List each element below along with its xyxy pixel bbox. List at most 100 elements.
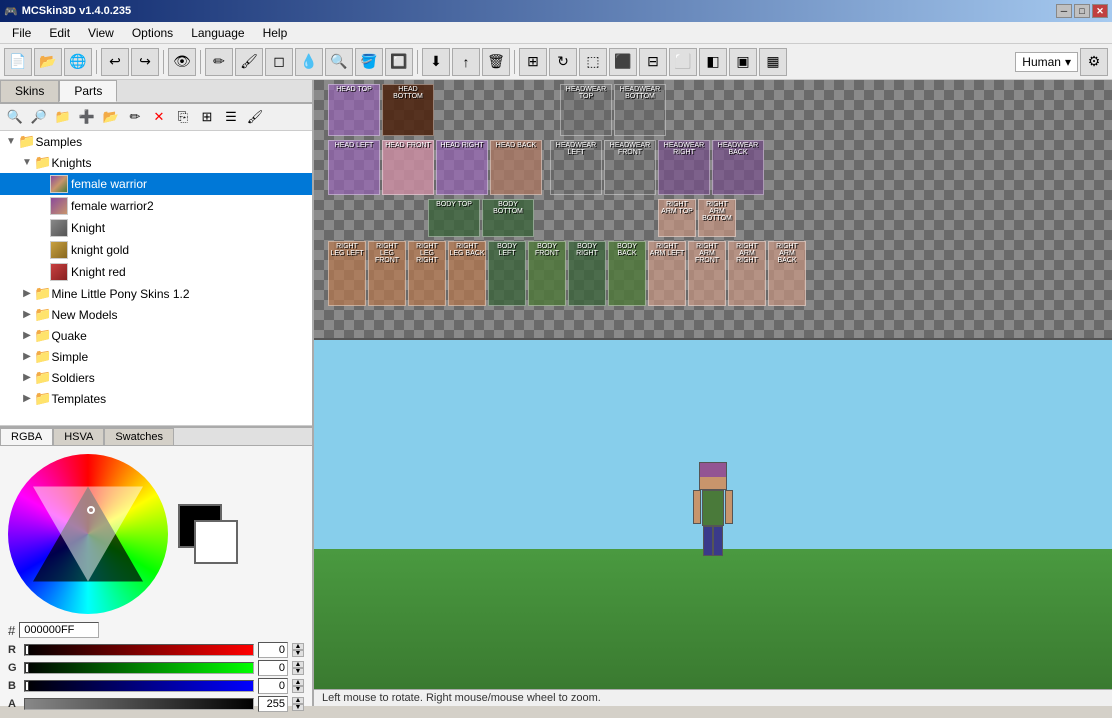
slider-track-b[interactable] [24, 680, 254, 692]
stamp-button[interactable]: 🔲 [385, 48, 413, 76]
new-button[interactable]: 📄 [4, 48, 32, 76]
pencil-button[interactable]: ✏ [205, 48, 233, 76]
toggle-new-models[interactable]: ▶ [20, 309, 34, 320]
color-tab-swatches[interactable]: Swatches [104, 428, 174, 445]
spin-up-r[interactable]: ▲ [292, 643, 304, 650]
export-button[interactable]: ↑ [452, 48, 480, 76]
undo-button[interactable]: ↩ [101, 48, 129, 76]
color-wheel[interactable] [8, 454, 168, 614]
tree-item-knight-red[interactable]: Knight red [0, 261, 312, 283]
toggle-knights[interactable]: ▼ [20, 157, 34, 168]
color-tab-rgba[interactable]: RGBA [0, 428, 53, 445]
clone-button[interactable]: ⎘ [172, 106, 194, 128]
color-fg-bg-selector[interactable] [178, 504, 238, 564]
depth-button[interactable]: ⬜ [669, 48, 697, 76]
paint-button[interactable]: 🖌 [235, 48, 263, 76]
slider-spin-r[interactable]: ▲ ▼ [292, 643, 304, 657]
tree-item-female-warrior[interactable]: female warrior [0, 173, 312, 195]
tab-parts[interactable]: Parts [59, 80, 117, 102]
mirror-button[interactable]: ⬚ [579, 48, 607, 76]
tree-item-samples[interactable]: ▼ 📁 Samples [0, 131, 312, 152]
color-tab-hsva[interactable]: HSVA [53, 428, 104, 445]
eye-button[interactable]: 👁 [168, 48, 196, 76]
toggle-mine-little-pony[interactable]: ▶ [20, 288, 34, 299]
tree-item-new-models[interactable]: ▶ 📁 New Models [0, 304, 312, 325]
menu-edit[interactable]: Edit [41, 24, 78, 42]
slider-value-g[interactable] [258, 660, 288, 676]
grid-button[interactable]: ⊞ [519, 48, 547, 76]
delete-skin-button[interactable]: ✕ [148, 106, 170, 128]
redo-button[interactable]: ↪ [131, 48, 159, 76]
tree-item-knight-gold[interactable]: knight gold [0, 239, 312, 261]
open-skin-button[interactable]: 📂 [100, 106, 122, 128]
tree-item-mine-little-pony[interactable]: ▶ 📁 Mine Little Pony Skins 1.2 [0, 283, 312, 304]
search-button[interactable]: 🔍 [325, 48, 353, 76]
grid-view-button[interactable]: ⊞ [196, 106, 218, 128]
color-wheel-container[interactable] [8, 454, 168, 614]
spin-down-r[interactable]: ▼ [292, 650, 304, 657]
spin-up-g[interactable]: ▲ [292, 661, 304, 668]
tree-item-simple[interactable]: ▶ 📁 Simple [0, 346, 312, 367]
spin-up-a[interactable]: ▲ [292, 697, 304, 704]
fill-button[interactable]: 🪣 [355, 48, 383, 76]
slider-value-a[interactable] [258, 696, 288, 712]
zoom-in-button[interactable]: 🔍 [4, 106, 26, 128]
menu-view[interactable]: View [80, 24, 122, 42]
eraser-button[interactable]: ◻ [265, 48, 293, 76]
tree-item-knights[interactable]: ▼ 📁 Knights [0, 152, 312, 173]
spin-down-g[interactable]: ▼ [292, 668, 304, 675]
menu-language[interactable]: Language [183, 24, 252, 42]
misc1-button[interactable]: ▣ [729, 48, 757, 76]
new-folder-button[interactable]: 📁 [52, 106, 74, 128]
rename-button[interactable]: ✏ [124, 106, 146, 128]
import-button[interactable]: ⬇ [422, 48, 450, 76]
flip-button[interactable]: ⬛ [609, 48, 637, 76]
slider-spin-a[interactable]: ▲ ▼ [292, 697, 304, 711]
toggle-templates[interactable]: ▶ [20, 393, 34, 404]
maximize-button[interactable]: □ [1074, 4, 1090, 18]
slider-track-a[interactable] [24, 698, 254, 710]
minimize-button[interactable]: ─ [1056, 4, 1072, 18]
open-button[interactable]: 📂 [34, 48, 62, 76]
zoom-button[interactable]: ⊟ [639, 48, 667, 76]
background-color[interactable] [194, 520, 238, 564]
spin-up-b[interactable]: ▲ [292, 679, 304, 686]
toggle-samples[interactable]: ▼ [4, 136, 18, 147]
menu-options[interactable]: Options [124, 24, 181, 42]
menu-help[interactable]: Help [255, 24, 296, 42]
hex-input[interactable] [19, 622, 99, 638]
skin-tree[interactable]: ▼ 📁 Samples ▼ 📁 Knights female warrior f [0, 131, 312, 426]
zoom-out-button[interactable]: 🔎 [28, 106, 50, 128]
toggle-simple[interactable]: ▶ [20, 351, 34, 362]
skin-editor[interactable]: HEAD TOP HEAD BOTTOM HEADWEAR TOP HEADWE… [314, 80, 1112, 340]
tab-skins[interactable]: Skins [0, 80, 59, 102]
spin-down-a[interactable]: ▼ [292, 704, 304, 711]
misc2-button[interactable]: ▦ [759, 48, 787, 76]
tree-item-knight[interactable]: Knight [0, 217, 312, 239]
tree-item-soldiers[interactable]: ▶ 📁 Soldiers [0, 367, 312, 388]
tree-item-female-warrior2[interactable]: female warrior2 [0, 195, 312, 217]
rotate-button[interactable]: ↻ [549, 48, 577, 76]
spin-down-b[interactable]: ▼ [292, 686, 304, 693]
dropper-button[interactable]: 💧 [295, 48, 323, 76]
slider-value-r[interactable] [258, 642, 288, 658]
slider-track-g[interactable] [24, 662, 254, 674]
slider-spin-b[interactable]: ▲ ▼ [292, 679, 304, 693]
tree-item-quake[interactable]: ▶ 📁 Quake [0, 325, 312, 346]
add-skin-button[interactable]: ➕ [76, 106, 98, 128]
toggle-quake[interactable]: ▶ [20, 330, 34, 341]
settings-button[interactable]: ⚙ [1080, 48, 1108, 76]
close-button[interactable]: ✕ [1092, 4, 1108, 18]
globe-button[interactable]: 🌐 [64, 48, 92, 76]
slider-track-r[interactable] [24, 644, 254, 656]
toggle-soldiers[interactable]: ▶ [20, 372, 34, 383]
paint-mode-button[interactable]: 🖌 [244, 106, 266, 128]
model-dropdown[interactable]: Human ▾ [1015, 52, 1078, 72]
delete-button[interactable]: 🗑 [482, 48, 510, 76]
list-view-button[interactable]: ☰ [220, 106, 242, 128]
menu-file[interactable]: File [4, 24, 39, 42]
slider-spin-g[interactable]: ▲ ▼ [292, 661, 304, 675]
preview-3d[interactable] [314, 340, 1112, 689]
tree-item-templates[interactable]: ▶ 📁 Templates [0, 388, 312, 409]
skin3-button[interactable]: ◧ [699, 48, 727, 76]
